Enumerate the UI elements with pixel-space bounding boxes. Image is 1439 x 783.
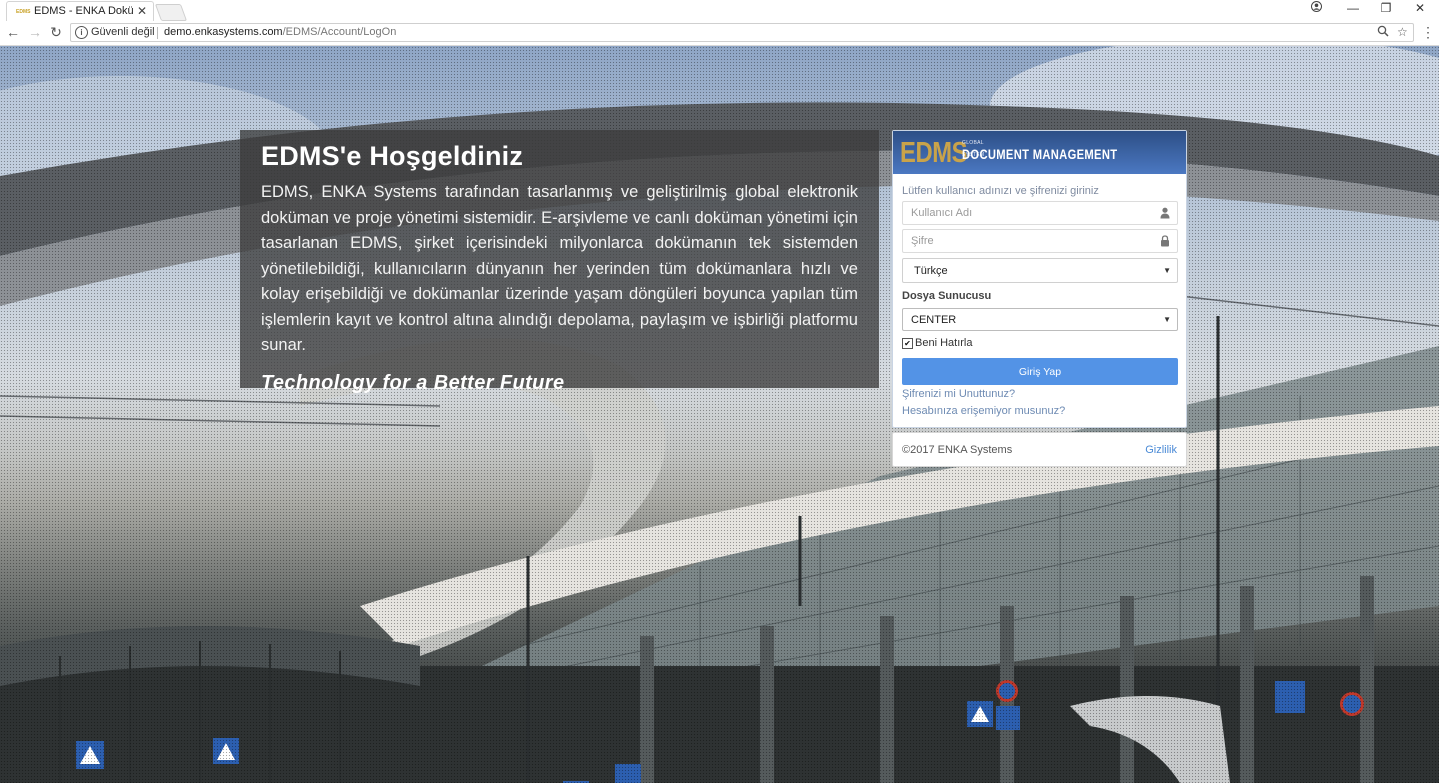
password-input[interactable] [903, 230, 1153, 252]
url-separator [157, 27, 158, 39]
language-select[interactable]: Türkçe ▼ [902, 258, 1178, 283]
profile-icon[interactable] [1306, 1, 1326, 15]
restore-icon[interactable]: ❐ [1376, 1, 1396, 15]
browser-addressbar: ← → ↻ i Güvenli değil demo.enkasystems.c… [0, 22, 1439, 46]
browser-titlebar: EDMS EDMS - ENKA Doküman ✕ — ❐ ✕ [0, 0, 1439, 23]
close-window-icon[interactable]: ✕ [1410, 1, 1430, 15]
minimize-icon[interactable]: — [1343, 1, 1363, 15]
star-icon[interactable]: ☆ [1397, 25, 1408, 39]
url-path: /EDMS/Account/LogOn [282, 26, 397, 38]
url-bar[interactable]: i Güvenli değil demo.enkasystems.com/EDM… [70, 23, 1414, 42]
edms-logo: EDMS [900, 137, 968, 169]
url-host: demo.enkasystems.com [164, 26, 283, 38]
logo-document-management: DOCUMENT MANAGEMENT [962, 146, 1118, 162]
remember-label[interactable]: Beni Hatırla [915, 337, 972, 349]
arrow-left-icon[interactable]: ← [5, 24, 21, 40]
new-tab-button[interactable] [154, 4, 188, 21]
tab-close-icon[interactable]: ✕ [137, 4, 147, 18]
lock-icon [1161, 235, 1169, 247]
username-input[interactable] [903, 202, 1153, 224]
zoom-icon[interactable] [1377, 25, 1389, 40]
server-select[interactable]: CENTER ▼ [902, 308, 1178, 331]
language-value: Türkçe [914, 265, 948, 277]
welcome-title: EDMS'e Hoşgeldiniz [261, 141, 524, 171]
copyright: ©2017 ENKA Systems [902, 444, 1013, 456]
user-icon [1160, 207, 1170, 219]
welcome-description: EDMS, ENKA Systems tarafından tasarlanmı… [261, 183, 858, 354]
info-icon[interactable]: i [75, 26, 88, 39]
login-prompt: Lütfen kullanıcı adınızı ve şifrenizi gi… [902, 185, 1099, 197]
server-label: Dosya Sunucusu [902, 290, 992, 302]
edms-favicon-icon: EDMS [16, 9, 31, 15]
arrow-right-icon[interactable]: → [27, 24, 43, 40]
browser-tab[interactable]: EDMS EDMS - ENKA Doküman ✕ [6, 1, 154, 21]
welcome-slogan: Technology for a Better Future [261, 371, 565, 394]
tab-title: EDMS - ENKA Doküman [34, 5, 134, 17]
login-footer: ©2017 ENKA Systems Gizlilik [892, 432, 1187, 467]
login-header: EDMS GLOBAL SYSTEM DOCUMENT MANAGEMENT [893, 131, 1186, 174]
security-label[interactable]: Güvenli değil [91, 26, 155, 38]
password-field[interactable] [902, 229, 1178, 253]
username-field[interactable] [902, 201, 1178, 225]
login-button[interactable]: Giriş Yap [902, 358, 1178, 385]
chevron-down-icon: ▼ [1163, 266, 1171, 275]
remember-checkbox[interactable]: ✔ [902, 338, 913, 349]
login-panel: EDMS GLOBAL SYSTEM DOCUMENT MANAGEMENT Lü… [892, 130, 1187, 428]
kebab-menu-icon[interactable]: ⋮ [1420, 24, 1436, 41]
reload-icon[interactable]: ↻ [48, 24, 64, 41]
url-text[interactable]: demo.enkasystems.com/EDMS/Account/LogOn [164, 26, 396, 38]
cant-access-link[interactable]: Hesabınıza erişemiyor musunuz? [902, 405, 1065, 417]
chevron-down-icon: ▼ [1163, 315, 1171, 324]
privacy-link[interactable]: Gizlilik [1145, 444, 1177, 456]
welcome-panel: EDMS'e Hoşgeldiniz EDMS, ENKA Systems ta… [240, 130, 879, 394]
forgot-password-link[interactable]: Şifrenizi mi Unuttunuz? [902, 388, 1015, 400]
server-value: CENTER [911, 314, 957, 326]
